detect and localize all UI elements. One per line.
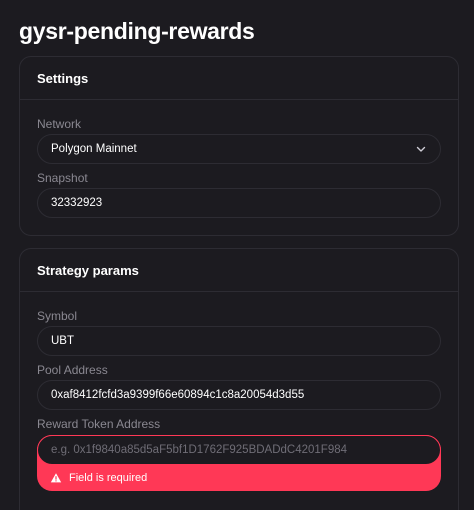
settings-header: Settings [20, 57, 458, 100]
symbol-input[interactable]: UBT [37, 326, 441, 356]
snapshot-value: 32332923 [51, 197, 103, 209]
network-select[interactable]: Polygon Mainnet [37, 134, 441, 164]
strategy-params-header: Strategy params [20, 249, 458, 292]
strategy-params-card: Strategy params Symbol UBT Pool Address … [19, 248, 459, 510]
reward-token-label: Reward Token Address [37, 417, 161, 431]
snapshot-input[interactable]: 32332923 [37, 188, 441, 218]
reward-token-field: e.g. 0x1f9840a85d5aF5bf1D1762F925BDADdC4… [37, 435, 441, 491]
reward-token-input[interactable]: e.g. 0x1f9840a85d5aF5bf1D1762F925BDADdC4… [37, 435, 441, 465]
snapshot-label: Snapshot [37, 171, 88, 185]
page-title: gysr-pending-rewards [19, 18, 255, 44]
settings-card: Settings Network Polygon Mainnet Snapsho… [19, 56, 459, 236]
network-value: Polygon Mainnet [51, 143, 137, 155]
page: gysr-pending-rewards Settings Network Po… [0, 0, 474, 510]
chevron-down-icon [415, 143, 427, 155]
network-label: Network [37, 117, 82, 131]
symbol-label: Symbol [37, 309, 78, 323]
reward-token-placeholder: e.g. 0x1f9840a85d5aF5bf1D1762F925BDADdC4… [51, 444, 348, 456]
error-message: Field is required [50, 470, 147, 486]
pool-address-label: Pool Address [37, 363, 108, 377]
pool-address-input[interactable]: 0xaf8412fcfd3a9399f66e60894c1c8a20054d3d… [37, 380, 441, 410]
pool-address-value: 0xaf8412fcfd3a9399f66e60894c1c8a20054d3d… [51, 389, 305, 401]
error-text: Field is required [69, 472, 148, 484]
warning-icon [50, 472, 62, 484]
symbol-value: UBT [51, 335, 74, 347]
